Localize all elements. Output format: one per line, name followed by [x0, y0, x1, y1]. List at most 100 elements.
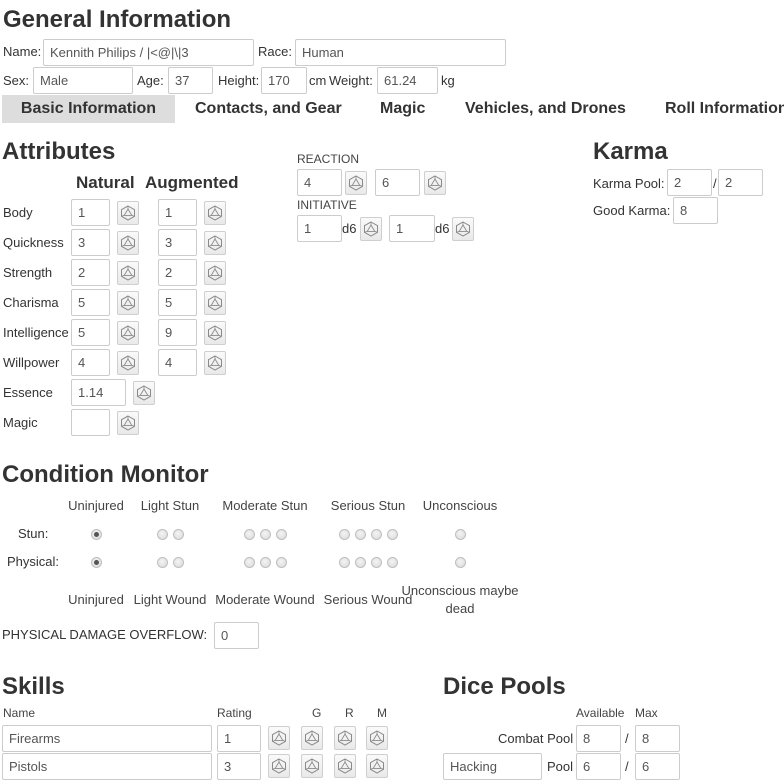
- attr-augmented-charisma-dice-icon[interactable]: [204, 291, 226, 315]
- attr-natural-body[interactable]: 1: [71, 199, 110, 226]
- custom-pool-slash: /: [625, 759, 629, 774]
- attr-augmented-quickness-dice-icon[interactable]: [204, 231, 226, 255]
- attr-augmented-charisma[interactable]: 5: [158, 289, 197, 316]
- physical-box-4[interactable]: [260, 557, 271, 568]
- attr-augmented-quickness[interactable]: 3: [158, 229, 197, 256]
- stun-box-3[interactable]: [244, 529, 255, 540]
- skill-rating-firearms[interactable]: 1: [217, 725, 261, 752]
- attr-natural-strength[interactable]: 2: [71, 259, 110, 286]
- custom-pool-max-field[interactable]: 6: [635, 753, 680, 780]
- weight-field[interactable]: 61.24: [377, 67, 438, 94]
- physical-box-5[interactable]: [276, 557, 287, 568]
- dice-glyph: [305, 758, 319, 774]
- magic-roll-dice-icon[interactable]: [117, 411, 139, 435]
- custom-pool-available-field[interactable]: 6: [576, 753, 621, 780]
- dice-glyph: [208, 235, 222, 251]
- skill-rating-pistols[interactable]: 3: [217, 753, 261, 780]
- race-field[interactable]: Human: [295, 39, 506, 66]
- dice-glyph: [305, 730, 319, 746]
- physical-box-0[interactable]: [91, 557, 102, 568]
- skill-firearms-roll-g-dice-icon[interactable]: [301, 726, 323, 750]
- attr-augmented-intelligence-dice-icon[interactable]: [204, 321, 226, 345]
- attr-augmented-body[interactable]: 1: [158, 199, 197, 226]
- attr-augmented-strength[interactable]: 2: [158, 259, 197, 286]
- initiative-1-dice-icon[interactable]: [360, 217, 382, 241]
- attr-augmented-willpower[interactable]: 4: [158, 349, 197, 376]
- stun-box-0[interactable]: [91, 529, 102, 540]
- tab-vehicles-drones[interactable]: Vehicles, and Drones: [465, 95, 626, 123]
- dice-glyph: [338, 758, 352, 774]
- attr-natural-willpower[interactable]: 4: [71, 349, 110, 376]
- physical-box-3[interactable]: [244, 557, 255, 568]
- attr-natural-charisma-dice-icon[interactable]: [117, 291, 139, 315]
- stun-box-10[interactable]: [455, 529, 466, 540]
- stun-box-2[interactable]: [173, 529, 184, 540]
- attr-natural-willpower-dice-icon[interactable]: [117, 351, 139, 375]
- attr-natural-strength-dice-icon[interactable]: [117, 261, 139, 285]
- age-label: Age:: [137, 73, 164, 88]
- stun-box-9[interactable]: [387, 529, 398, 540]
- magic-field[interactable]: [71, 409, 110, 436]
- attr-augmented-body-dice-icon[interactable]: [204, 201, 226, 225]
- tab-magic[interactable]: Magic: [380, 95, 425, 123]
- skill-pistols-roll-g-dice-icon[interactable]: [301, 754, 323, 778]
- pools-col-max: Max: [635, 706, 658, 720]
- skill-name-pistols[interactable]: Pistols: [2, 753, 212, 780]
- physical-box-1[interactable]: [157, 557, 168, 568]
- reaction-natural-field[interactable]: 4: [297, 169, 342, 196]
- stun-box-5[interactable]: [276, 529, 287, 540]
- attr-augmented-intelligence[interactable]: 9: [158, 319, 197, 346]
- custom-pool-name-field[interactable]: Hacking: [443, 753, 542, 780]
- initiative-dice-2-field[interactable]: 1: [389, 215, 435, 242]
- skill-name-firearms[interactable]: Firearms: [2, 725, 212, 752]
- height-field[interactable]: 170: [261, 67, 307, 94]
- skill-firearms-roll-base-dice-icon[interactable]: [268, 726, 290, 750]
- attr-natural-intelligence[interactable]: 5: [71, 319, 110, 346]
- physical-box-7[interactable]: [355, 557, 366, 568]
- stun-box-6[interactable]: [339, 529, 350, 540]
- stun-box-7[interactable]: [355, 529, 366, 540]
- attr-natural-charisma[interactable]: 5: [71, 289, 110, 316]
- attr-natural-quickness[interactable]: 3: [71, 229, 110, 256]
- combat-pool-available-field[interactable]: 8: [576, 725, 621, 752]
- skill-pistols-roll-m-dice-icon[interactable]: [366, 754, 388, 778]
- karma-pool-field[interactable]: 2: [667, 169, 712, 196]
- physical-box-8[interactable]: [371, 557, 382, 568]
- tab-basic-information[interactable]: Basic Information: [2, 95, 175, 123]
- karma-pool-max-field[interactable]: 2: [718, 169, 763, 196]
- essence-roll-dice-icon[interactable]: [133, 381, 155, 405]
- physical-box-9[interactable]: [387, 557, 398, 568]
- tab-contacts-gear[interactable]: Contacts, and Gear: [195, 95, 342, 123]
- physical-box-6[interactable]: [339, 557, 350, 568]
- attr-natural-quickness-dice-icon[interactable]: [117, 231, 139, 255]
- initiative-dice-1-field[interactable]: 1: [297, 215, 342, 242]
- attr-augmented-strength-dice-icon[interactable]: [204, 261, 226, 285]
- reaction-augmented-dice-icon[interactable]: [424, 171, 446, 195]
- name-field[interactable]: Kennith Philips / |<@|\|3: [43, 39, 254, 66]
- skill-pistols-roll-base-dice-icon[interactable]: [268, 754, 290, 778]
- reaction-augmented-field[interactable]: 6: [375, 169, 420, 196]
- initiative-2-dice-icon[interactable]: [452, 217, 474, 241]
- stun-box-8[interactable]: [371, 529, 382, 540]
- tab-roll-information[interactable]: Roll Information: [665, 95, 784, 123]
- good-karma-field[interactable]: 8: [673, 197, 718, 224]
- physical-box-2[interactable]: [173, 557, 184, 568]
- sex-field[interactable]: Male: [33, 67, 133, 94]
- attr-augmented-willpower-dice-icon[interactable]: [204, 351, 226, 375]
- age-field[interactable]: 37: [168, 67, 213, 94]
- overflow-field[interactable]: 0: [214, 622, 259, 649]
- physical-box-10[interactable]: [455, 557, 466, 568]
- attr-natural-body-dice-icon[interactable]: [117, 201, 139, 225]
- stun-box-4[interactable]: [260, 529, 271, 540]
- overflow-label: PHYSICAL DAMAGE OVERFLOW:: [2, 627, 208, 642]
- stun-box-1[interactable]: [157, 529, 168, 540]
- combat-pool-max-field[interactable]: 8: [635, 725, 680, 752]
- reaction-natural-dice-icon[interactable]: [345, 171, 367, 195]
- essence-field[interactable]: 1.14: [71, 379, 126, 406]
- skill-firearms-roll-m-dice-icon[interactable]: [366, 726, 388, 750]
- skill-pistols-roll-r-dice-icon[interactable]: [334, 754, 356, 778]
- name-label: Name:: [3, 44, 42, 59]
- page-title: General Information: [3, 6, 232, 33]
- skill-firearms-roll-r-dice-icon[interactable]: [334, 726, 356, 750]
- attr-natural-intelligence-dice-icon[interactable]: [117, 321, 139, 345]
